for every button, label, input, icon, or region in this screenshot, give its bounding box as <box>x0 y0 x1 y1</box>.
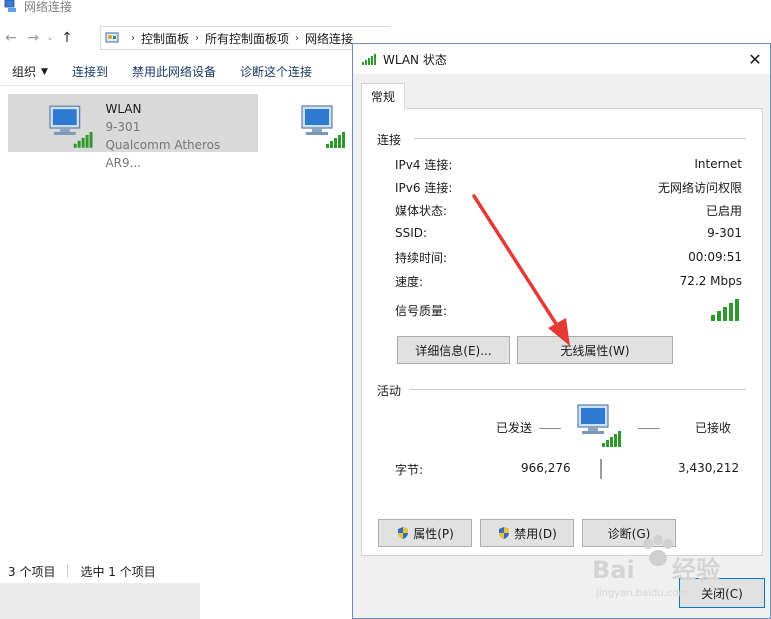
info-value: 00:09:51 <box>688 250 742 264</box>
signal-strength-icon <box>362 54 376 65</box>
bytes-sent-value: 966,276 <box>521 461 571 475</box>
info-label: 持续时间: <box>395 250 448 265</box>
explorer-titlebar: 网络连接 <box>0 0 771 18</box>
taskbar-strip <box>0 583 200 619</box>
info-row-speed: 速度: 72.2 Mbps <box>395 272 742 290</box>
recent-locations-chevron-icon[interactable]: ⌄ <box>44 27 56 49</box>
info-row-media-state: 媒体状态: 已启用 <box>395 201 742 219</box>
item-count: 3 个项目 <box>8 564 56 579</box>
connection-item-wlan[interactable]: WLAN 9-301 Qualcomm Atheros AR9... <box>8 94 258 170</box>
up-arrow-icon[interactable]: ↑ <box>56 27 78 49</box>
connect-to-button[interactable]: 连接到 <box>60 63 120 80</box>
info-row-duration: 持续时间: 00:09:51 <box>395 248 742 266</box>
tab-panel-general: 连接 IPv4 连接: Internet IPv6 连接: 无网络访问权限 媒体… <box>361 108 763 556</box>
info-label: SSID: <box>395 226 428 240</box>
info-label: 速度: <box>395 274 424 289</box>
info-value: 72.2 Mbps <box>679 274 742 288</box>
info-row-ipv4: IPv4 连接: Internet <box>395 155 742 173</box>
info-row-ssid: SSID: 9-301 <box>395 224 742 242</box>
group-divider <box>410 389 746 390</box>
connection-adapter: Qualcomm Atheros AR9... <box>105 138 221 170</box>
tab-general[interactable]: 常规 <box>361 83 406 109</box>
wireless-network-adapter-icon <box>301 105 345 148</box>
wireless-network-adapter-icon <box>49 105 93 148</box>
signal-quality-icon <box>711 299 739 321</box>
network-connections-icon <box>4 0 16 12</box>
disable-button[interactable]: 禁用(D) <box>480 519 574 547</box>
connection-item-2[interactable] <box>260 94 352 152</box>
breadcrumb-network-connections[interactable]: 网络连接 <box>305 30 353 47</box>
group-divider <box>414 138 746 139</box>
connection-group-title: 连接 <box>377 133 402 147</box>
info-label: 信号质量: <box>395 303 448 318</box>
info-value: 9-301 <box>707 226 742 240</box>
bytes-received-value: 3,430,212 <box>678 461 740 475</box>
back-arrow-icon[interactable]: ← <box>0 27 22 49</box>
connection-details: WLAN 9-301 Qualcomm Atheros AR9... <box>105 100 258 172</box>
selected-count: 选中 1 个项目 <box>80 564 156 579</box>
breadcrumb-all-items[interactable]: 所有控制面板项 <box>205 30 289 47</box>
info-label: 媒体状态: <box>395 203 448 218</box>
uac-shield-icon <box>398 527 409 539</box>
properties-button[interactable]: 属性(P) <box>378 519 472 547</box>
svg-text:经验: 经验 <box>672 556 720 584</box>
bytes-divider <box>600 459 602 479</box>
info-value: 已启用 <box>705 203 742 218</box>
breadcrumb-separator-icon: › <box>195 32 200 44</box>
connection-name: WLAN <box>105 102 142 116</box>
properties-label: 属性(P) <box>413 526 454 541</box>
disable-label: 禁用(D) <box>514 526 557 541</box>
details-button[interactable]: 详细信息(E)... <box>397 336 510 364</box>
breadcrumb-control-panel[interactable]: 控制面板 <box>141 30 189 47</box>
wireless-properties-button[interactable]: 无线属性(W) <box>517 336 673 364</box>
svg-text:Bai: Bai <box>592 556 635 584</box>
info-row-signal-quality: 信号质量: <box>395 299 742 321</box>
diagnose-connection-button[interactable]: 诊断这个连接 <box>228 63 324 80</box>
info-value: Internet <box>694 157 742 171</box>
received-label: 已接收 <box>695 421 732 435</box>
forward-arrow-icon[interactable]: → <box>22 27 44 49</box>
dialog-titlebar: WLAN 状态 ✕ <box>353 44 770 74</box>
close-icon[interactable]: ✕ <box>740 44 770 74</box>
info-row-ipv6: IPv6 连接: 无网络访问权限 <box>395 178 742 196</box>
info-label: IPv4 连接: <box>395 157 453 172</box>
disable-device-button[interactable]: 禁用此网络设备 <box>120 63 228 80</box>
control-panel-icon <box>105 32 119 43</box>
bytes-label: 字节: <box>395 463 424 477</box>
dialog-title: WLAN 状态 <box>383 52 447 67</box>
activity-group-title: 活动 <box>377 384 402 398</box>
received-dash <box>638 428 660 429</box>
connection-ssid: 9-301 <box>105 120 141 134</box>
baidu-jingyan-watermark-logo: Bai 经验 jingyan.baidu.com <box>592 535 720 599</box>
sent-label: 已发送 <box>496 421 533 435</box>
svg-text:jingyan.baidu.com: jingyan.baidu.com <box>595 588 688 599</box>
breadcrumb-separator-icon: › <box>131 32 135 44</box>
address-bar[interactable]: › 控制面板 › 所有控制面板项 › 网络连接 <box>100 26 390 50</box>
breadcrumb-separator-icon: › <box>295 32 300 44</box>
sent-dash <box>539 428 561 429</box>
explorer-title: 网络连接 <box>24 0 73 14</box>
status-separator <box>67 564 69 578</box>
info-label: IPv6 连接: <box>395 180 453 195</box>
caret-down-icon: ▼ <box>41 66 48 77</box>
organize-label: 组织 <box>12 65 37 79</box>
info-value: 无网络访问权限 <box>657 180 742 195</box>
uac-shield-icon <box>499 527 510 539</box>
organize-menu[interactable]: 组织 ▼ <box>0 63 60 80</box>
network-activity-icon <box>577 404 621 447</box>
